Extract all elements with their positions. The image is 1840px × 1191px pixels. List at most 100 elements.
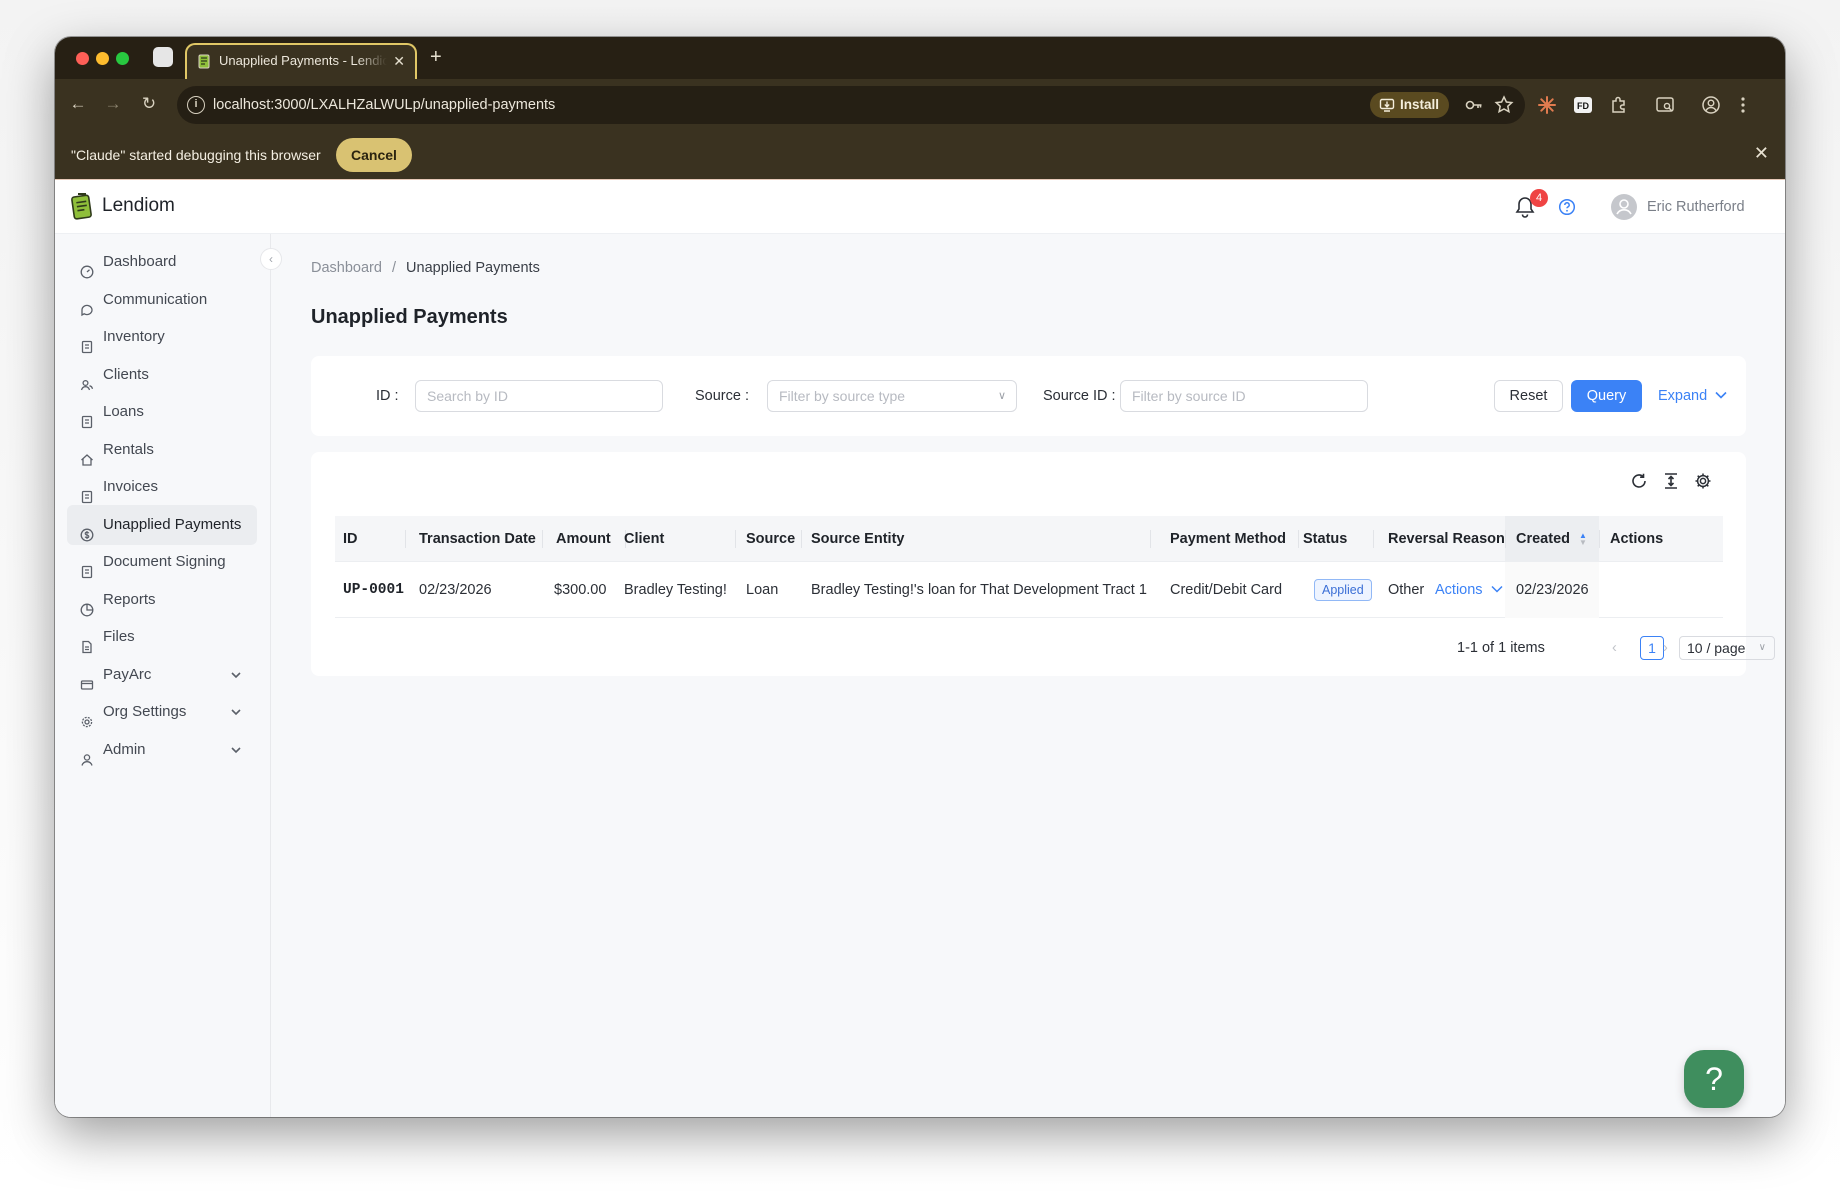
- row-actions-dropdown[interactable]: Actions: [1435, 562, 1503, 618]
- sidebar-item-inventory[interactable]: Inventory: [67, 317, 257, 357]
- maximize-window-button[interactable]: [116, 52, 129, 65]
- minimize-window-button[interactable]: [96, 52, 109, 65]
- status-badge: Applied: [1314, 579, 1372, 601]
- extensions-puzzle-icon[interactable]: [1608, 94, 1630, 116]
- sidebar-item-label: PayArc: [103, 665, 152, 683]
- key-icon[interactable]: [1463, 94, 1485, 116]
- cell-reversal-reason: Other: [1388, 582, 1425, 598]
- sidebar-item-loans[interactable]: Loans: [67, 392, 257, 432]
- bookmark-star-icon[interactable]: [1493, 94, 1515, 116]
- expand-label: Expand: [1658, 388, 1708, 404]
- sidebar-item-files[interactable]: Files: [67, 617, 257, 657]
- column-divider: [735, 530, 736, 548]
- install-icon: [1379, 98, 1395, 112]
- tab-search-icon[interactable]: [1654, 94, 1676, 116]
- source-id-input[interactable]: Filter by source ID: [1120, 380, 1368, 412]
- sidebar-item-label: Loans: [103, 403, 144, 420]
- col-client: Client: [624, 531, 665, 547]
- cell-source-entity: Bradley Testing!'s loan for That Develop…: [811, 582, 1147, 598]
- col-actions: Actions: [1610, 531, 1664, 547]
- sidebar-item-clients[interactable]: Clients: [67, 355, 257, 395]
- debugging-message: "Claude" started debugging this browser: [71, 147, 321, 163]
- source-id-filter-label: Source ID :: [1043, 388, 1116, 404]
- close-window-button[interactable]: [76, 52, 89, 65]
- forward-arrow-icon[interactable]: →: [102, 93, 124, 115]
- sidebar-item-unapplied-payments[interactable]: Unapplied Payments: [67, 504, 257, 545]
- debugging-infobar: "Claude" started debugging this browser …: [55, 131, 1785, 179]
- prev-page-icon[interactable]: ‹: [1612, 636, 1617, 660]
- chevron-down-icon: ∨: [1758, 642, 1766, 653]
- source-type-select[interactable]: Filter by source type ∨: [767, 380, 1017, 412]
- sidebar-item-label: Org Settings: [103, 703, 187, 720]
- page-title: Unapplied Payments: [311, 306, 508, 328]
- cell-amount: $300.00: [554, 582, 607, 598]
- install-label: Install: [1399, 97, 1439, 112]
- claude-extension-icon[interactable]: [1536, 94, 1558, 116]
- brand-name[interactable]: Lendiom: [102, 180, 175, 232]
- sidebar-item-org-settings[interactable]: Org Settings: [67, 692, 257, 732]
- browser-tab-active[interactable]: Unapplied Payments - Lendiom ✕: [185, 43, 417, 79]
- back-arrow-icon[interactable]: ←: [67, 93, 89, 115]
- dashboard-icon: [80, 255, 94, 279]
- table-row[interactable]: UP-0001 02/23/2026 $300.00 Bradley Testi…: [335, 562, 1723, 618]
- cancel-debugging-button[interactable]: Cancel: [336, 138, 412, 172]
- refresh-icon[interactable]: [1630, 472, 1648, 490]
- tab-close-icon[interactable]: ✕: [393, 45, 405, 77]
- breadcrumb-home[interactable]: Dashboard: [311, 260, 382, 276]
- browser-menu-icon[interactable]: [1732, 94, 1754, 116]
- collapse-sidebar-button[interactable]: ‹: [260, 248, 282, 270]
- expand-filters-button[interactable]: Expand: [1658, 380, 1727, 412]
- sidebar-item-label: Clients: [103, 365, 149, 383]
- help-chat-button[interactable]: ?: [1684, 1050, 1744, 1108]
- sidebar-item-reports[interactable]: Reports: [67, 580, 257, 620]
- app-header: Lendiom 4 Eric Rutherford: [55, 180, 1785, 234]
- new-tab-button[interactable]: +: [430, 45, 442, 69]
- user-name[interactable]: Eric Rutherford: [1647, 180, 1745, 234]
- column-divider: [1298, 530, 1299, 548]
- tab-group-icon[interactable]: [153, 47, 173, 67]
- source-filter-label: Source :: [695, 388, 749, 404]
- sidebar-item-document-signing[interactable]: Document Signing: [67, 542, 257, 582]
- column-divider: [801, 530, 802, 548]
- sidebar-item-rentals[interactable]: Rentals: [67, 430, 257, 470]
- install-app-button[interactable]: Install: [1369, 92, 1449, 118]
- sort-caret-icon[interactable]: ▲ ▼: [1579, 532, 1587, 547]
- avatar[interactable]: [1611, 194, 1637, 220]
- cell-id[interactable]: UP-0001: [343, 562, 404, 618]
- chevron-down-icon: [1491, 585, 1503, 593]
- id-search-input[interactable]: Search by ID: [415, 380, 663, 412]
- profile-icon[interactable]: [1700, 94, 1722, 116]
- lendiom-logo-icon[interactable]: [69, 191, 95, 221]
- reset-button[interactable]: Reset: [1494, 380, 1563, 412]
- sidebar-item-label: Reports: [103, 590, 156, 608]
- reload-icon[interactable]: ↻: [138, 93, 160, 115]
- col-id: ID: [343, 531, 358, 547]
- column-divider: [405, 530, 406, 548]
- url-text[interactable]: localhost:3000/LXALHZaLWULp/unapplied-pa…: [213, 86, 555, 124]
- cell-source: Loan: [746, 582, 779, 598]
- svg-text:FD: FD: [1577, 101, 1589, 111]
- page-number-button[interactable]: 1: [1640, 636, 1664, 660]
- browser-window: Unapplied Payments - Lendiom ✕ + ← → ↻ i…: [55, 37, 1785, 1117]
- help-circle-icon[interactable]: [1558, 198, 1576, 216]
- sidebar-item-communication[interactable]: Communication: [67, 280, 257, 320]
- sidebar-item-dashboard[interactable]: Dashboard: [67, 242, 257, 282]
- site-info-icon[interactable]: i: [187, 96, 205, 114]
- col-created[interactable]: Created: [1516, 516, 1570, 562]
- column-height-icon[interactable]: [1662, 472, 1680, 490]
- chat-icon: [80, 293, 94, 316]
- query-button[interactable]: Query: [1571, 380, 1642, 412]
- sidebar-item-invoices[interactable]: Invoices: [67, 467, 257, 507]
- document-icon: [80, 330, 94, 354]
- row-actions-label: Actions: [1435, 582, 1483, 598]
- address-bar[interactable]: i localhost:3000/LXALHZaLWULp/unapplied-…: [177, 86, 1525, 124]
- close-infobar-icon[interactable]: ✕: [1754, 143, 1769, 164]
- next-page-icon[interactable]: ›: [1663, 636, 1668, 660]
- col-transaction-date: Transaction Date: [419, 531, 536, 547]
- sidebar-item-admin[interactable]: Admin: [67, 730, 257, 770]
- breadcrumb: Dashboard / Unapplied Payments: [311, 260, 540, 276]
- fd-extension-icon[interactable]: FD: [1572, 94, 1594, 116]
- page-size-select[interactable]: 10 / page ∨: [1679, 636, 1775, 660]
- sidebar-item-payarc[interactable]: PayArc: [67, 655, 257, 695]
- table-settings-gear-icon[interactable]: [1694, 472, 1712, 490]
